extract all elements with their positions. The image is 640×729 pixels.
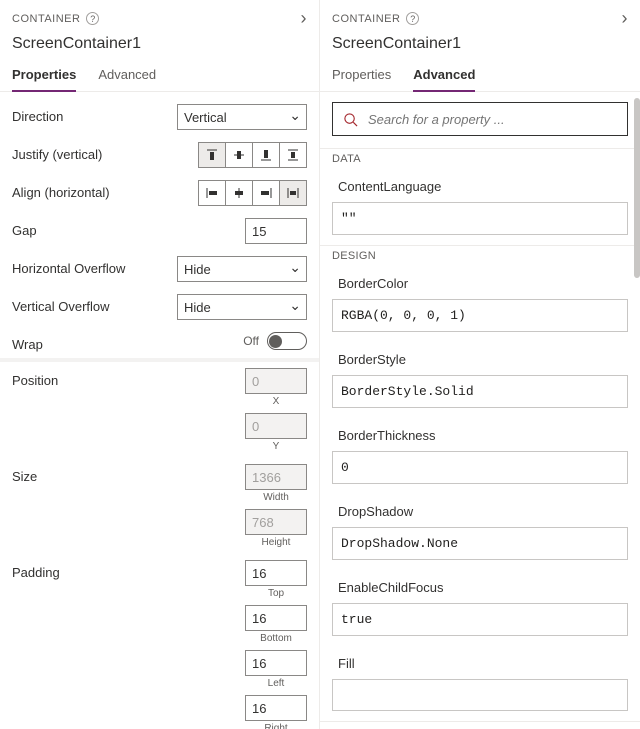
justify-end-icon[interactable] (252, 142, 280, 168)
padding-left-input[interactable] (245, 650, 307, 676)
adv-property-value[interactable]: RGBA(0, 0, 0, 1) (332, 299, 628, 332)
adv-property-value[interactable]: DropShadow.None (332, 527, 628, 560)
position-y-input[interactable] (245, 413, 307, 439)
search-icon (343, 112, 358, 127)
adv-property-label: Fill (332, 652, 628, 679)
padding-bottom-sublabel: Bottom (260, 633, 292, 644)
gap-input[interactable] (245, 218, 307, 244)
align-label: Align (horizontal) (12, 180, 172, 200)
padding-bottom-input[interactable] (245, 605, 307, 631)
control-name-r: ScreenContainer1 (332, 29, 628, 61)
adv-item: EnableChildFocustrue (320, 570, 640, 646)
adv-item: BorderThickness0 (320, 418, 640, 494)
width-input[interactable] (245, 464, 307, 490)
adv-property-label: EnableChildFocus (332, 576, 628, 603)
control-type-label: CONTAINER (12, 13, 80, 25)
justify-stretch-icon[interactable] (279, 142, 307, 168)
help-icon-r[interactable]: ? (406, 12, 419, 25)
position-x-input[interactable] (245, 368, 307, 394)
adv-property-label: DropShadow (332, 500, 628, 527)
justify-start-icon[interactable] (198, 142, 226, 168)
hoverflow-select[interactable]: Hide (177, 256, 307, 282)
position-y-sublabel: Y (273, 441, 280, 452)
wrap-toggle[interactable] (267, 332, 307, 350)
padding-right-sublabel: Right (264, 723, 287, 729)
adv-property-value[interactable]: 0 (332, 451, 628, 484)
align-group (198, 180, 307, 206)
tab-advanced[interactable]: Advanced (98, 61, 156, 91)
adv-item: BorderStyleBorderStyle.Solid (320, 342, 640, 418)
adv-property-value[interactable]: true (332, 603, 628, 636)
adv-property-value[interactable]: BorderStyle.Solid (332, 375, 628, 408)
justify-group (198, 142, 307, 168)
direction-label: Direction (12, 104, 169, 124)
adv-property-value[interactable] (332, 679, 628, 711)
align-center-icon[interactable] (225, 180, 253, 206)
control-type-label-r: CONTAINER (332, 13, 400, 25)
right-tabs: Properties Advanced (320, 61, 640, 92)
adv-property-label: ContentLanguage (332, 175, 628, 202)
direction-select[interactable]: Vertical (177, 104, 307, 130)
scrollbar[interactable] (634, 42, 640, 729)
padding-right-input[interactable] (245, 695, 307, 721)
align-start-icon[interactable] (198, 180, 226, 206)
category-design: DESIGN (320, 246, 640, 266)
align-stretch-icon[interactable] (279, 180, 307, 206)
control-name: ScreenContainer1 (12, 29, 307, 61)
advanced-pane: CONTAINER ? › ScreenContainer1 Propertie… (320, 0, 640, 729)
wrap-state: Off (243, 334, 259, 348)
tab-properties-r[interactable]: Properties (332, 61, 391, 91)
gap-label: Gap (12, 218, 172, 238)
wrap-label: Wrap (12, 332, 172, 352)
align-end-icon[interactable] (252, 180, 280, 206)
adv-property-label: BorderColor (332, 272, 628, 299)
justify-label: Justify (vertical) (12, 142, 172, 162)
size-label: Size (12, 464, 172, 484)
help-icon[interactable]: ? (86, 12, 99, 25)
tab-advanced-r[interactable]: Advanced (413, 61, 475, 92)
width-sublabel: Width (263, 492, 289, 503)
adv-item: ContentLanguage"" (320, 169, 640, 245)
properties-pane: CONTAINER ? › ScreenContainer1 Propertie… (0, 0, 320, 729)
padding-top-input[interactable] (245, 560, 307, 586)
adv-property-value[interactable]: "" (332, 202, 628, 235)
height-input[interactable] (245, 509, 307, 535)
padding-top-sublabel: Top (268, 588, 284, 599)
category-data: DATA (320, 149, 640, 169)
padding-left-sublabel: Left (268, 678, 285, 689)
property-search-input[interactable] (366, 111, 617, 128)
adv-item: BorderColorRGBA(0, 0, 0, 1) (320, 266, 640, 342)
adv-property-label: BorderThickness (332, 424, 628, 451)
voverflow-label: Vertical Overflow (12, 294, 169, 314)
tab-properties[interactable]: Properties (12, 61, 76, 92)
padding-label: Padding (12, 560, 172, 580)
height-sublabel: Height (262, 537, 291, 548)
property-search[interactable] (332, 102, 628, 136)
adv-item: Fill (320, 646, 640, 721)
expand-chevron-icon-r[interactable]: › (622, 8, 629, 29)
justify-center-icon[interactable] (225, 142, 253, 168)
position-x-sublabel: X (273, 396, 280, 407)
adv-property-label: BorderStyle (332, 348, 628, 375)
hoverflow-label: Horizontal Overflow (12, 256, 169, 276)
voverflow-select[interactable]: Hide (177, 294, 307, 320)
left-tabs: Properties Advanced (0, 61, 319, 92)
adv-item: DropShadowDropShadow.None (320, 494, 640, 570)
position-label: Position (12, 368, 172, 388)
expand-chevron-icon[interactable]: › (301, 8, 308, 29)
advanced-list: DATAContentLanguage""DESIGNBorderColorRG… (320, 149, 640, 729)
